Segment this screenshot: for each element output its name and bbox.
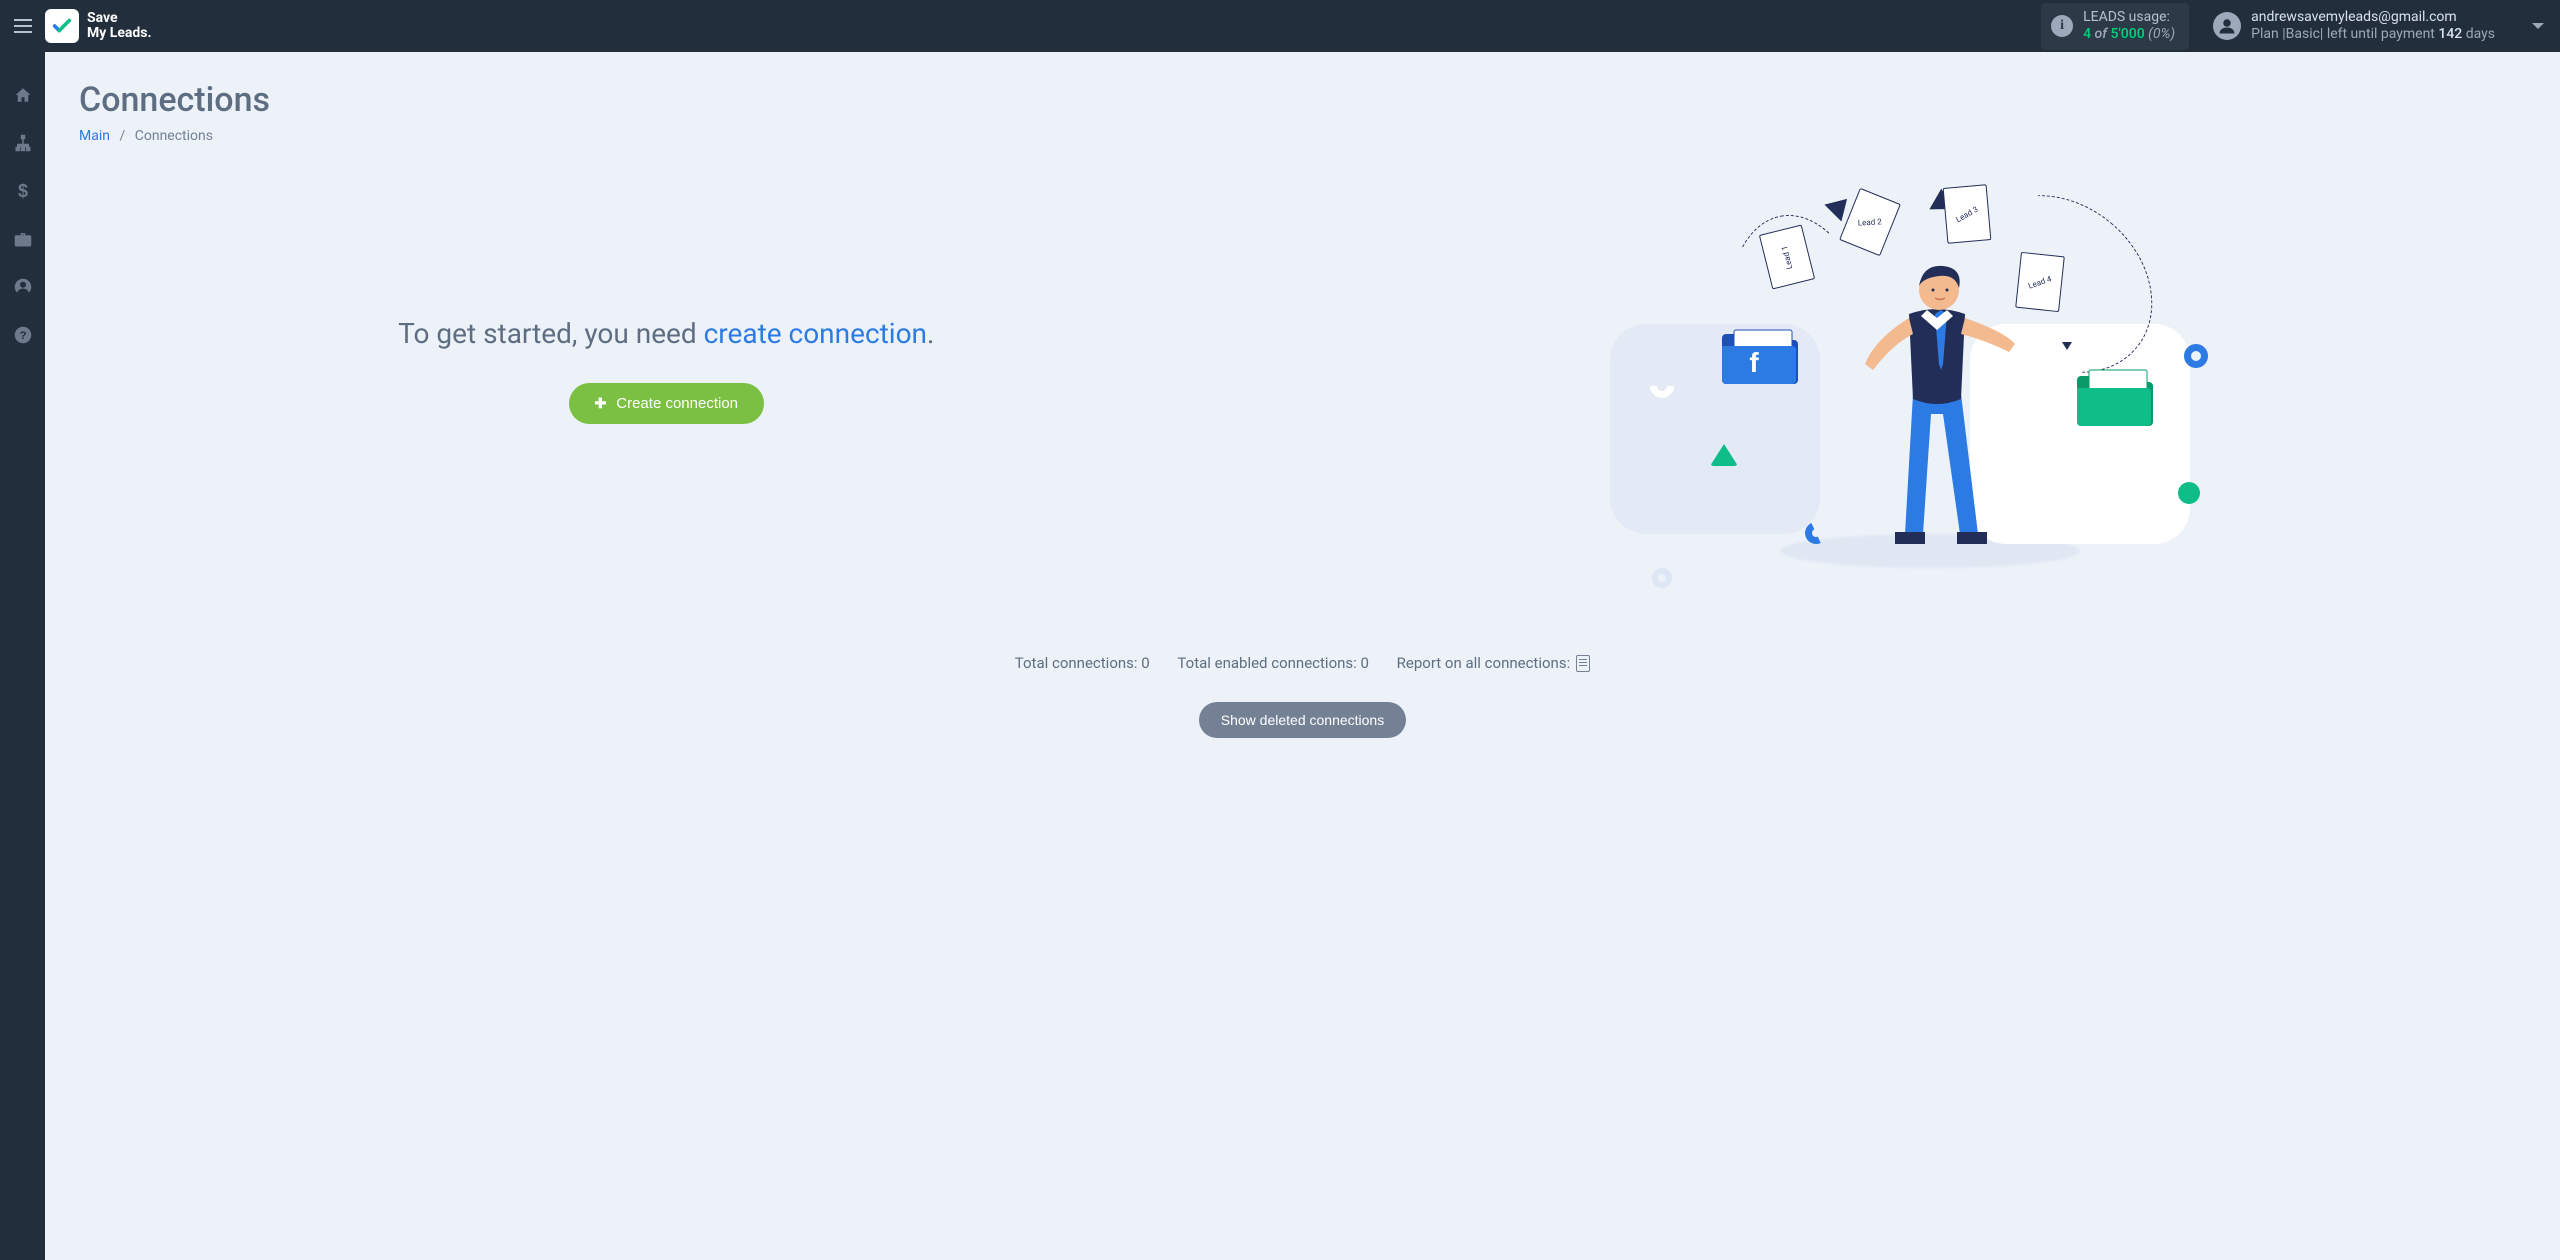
chevron-down-icon [2531, 22, 2545, 31]
create-connection-link[interactable]: create connection [704, 317, 927, 350]
person-illustration [1865, 244, 1985, 554]
stat-enabled: Total enabled connections: 0 [1177, 654, 1369, 672]
sidebar-item-connections[interactable] [0, 130, 45, 156]
question-icon: ? [14, 326, 32, 344]
sidebar-item-billing[interactable]: $ [0, 178, 45, 204]
brand-name: Save My Leads. [87, 11, 152, 42]
logo-mark [45, 9, 79, 43]
illustration: f Lead 1 Lead 2 Lead 3 Lead 4 [1610, 174, 2190, 594]
sidebar-item-account[interactable] [0, 274, 45, 300]
stat-total: Total connections: 0 [1015, 654, 1150, 672]
dollar-icon: $ [17, 181, 29, 201]
breadcrumb-sep: / [119, 128, 125, 144]
avatar [2213, 12, 2241, 40]
top-bar: Save My Leads. i LEADS usage: 4 of 5'000… [0, 0, 2560, 52]
create-connection-button[interactable]: ✚ Create connection [569, 383, 764, 424]
dot-green [2178, 482, 2200, 504]
brand-logo[interactable]: Save My Leads. [45, 9, 152, 43]
arrow-icon [2062, 342, 2072, 350]
user-text: andrewsavemyleads@gmail.com Plan |Basic|… [2251, 9, 2495, 44]
doc-lead-3: Lead 3 [1942, 184, 1991, 244]
cta-column: To get started, you need create connecti… [79, 174, 1254, 424]
sidebar-item-work[interactable] [0, 226, 45, 252]
document-icon[interactable] [1576, 655, 1590, 672]
stats-row: Total connections: 0 Total enabled conne… [79, 654, 2526, 738]
hamburger-icon [14, 19, 32, 33]
user-circle-icon [14, 278, 32, 296]
breadcrumb: Main / Connections [79, 128, 2526, 144]
leads-usage-widget[interactable]: i LEADS usage: 4 of 5'000 (0%) [2041, 3, 2189, 50]
menu-toggle[interactable] [0, 0, 45, 52]
svg-text:f: f [1749, 347, 1759, 378]
user-menu[interactable]: andrewsavemyleads@gmail.com Plan |Basic|… [2213, 9, 2495, 44]
topbar-chevron[interactable] [2515, 0, 2560, 52]
checkmark-icon [51, 15, 73, 37]
leads-usage-value: 4 of 5'000 (0%) [2083, 26, 2175, 44]
content-row: To get started, you need create connecti… [79, 174, 2526, 594]
user-email: andrewsavemyleads@gmail.com [2251, 9, 2495, 27]
sidebar-item-home[interactable] [0, 82, 45, 108]
triangle-deco [1710, 444, 1738, 466]
svg-text:?: ? [19, 330, 26, 342]
main-content: Connections Main / Connections To get st… [45, 52, 2560, 1260]
doc-lead-4: Lead 4 [2015, 252, 2065, 312]
leads-usage-label: LEADS usage: [2083, 9, 2175, 27]
breadcrumb-current: Connections [135, 128, 213, 144]
briefcase-icon [14, 231, 32, 247]
page-title: Connections [79, 80, 2526, 120]
breadcrumb-main[interactable]: Main [79, 128, 110, 144]
sidebar: $ ? [0, 52, 45, 1260]
leads-usage-text: LEADS usage: 4 of 5'000 (0%) [2083, 9, 2175, 44]
cta-text: To get started, you need create connecti… [79, 314, 1254, 353]
user-plan: Plan |Basic| left until payment 142 days [2251, 26, 2495, 44]
svg-text:$: $ [17, 181, 27, 201]
home-icon [14, 86, 32, 104]
illustration-column: f Lead 1 Lead 2 Lead 3 Lead 4 [1274, 174, 2526, 594]
show-deleted-button[interactable]: Show deleted connections [1199, 702, 1406, 738]
folder-facebook: f [1720, 324, 1800, 388]
sidebar-item-help[interactable]: ? [0, 322, 45, 348]
ring-blue [2184, 344, 2208, 368]
stat-report: Report on all connections: [1397, 654, 1591, 672]
info-icon: i [2051, 15, 2073, 37]
plus-icon: ✚ [595, 395, 607, 412]
user-icon [2218, 17, 2236, 35]
ring-soft [1652, 568, 1672, 588]
topbar-right: i LEADS usage: 4 of 5'000 (0%) andrewsav… [2041, 0, 2560, 52]
folder-target [2075, 366, 2155, 430]
sitemap-icon [14, 134, 32, 152]
